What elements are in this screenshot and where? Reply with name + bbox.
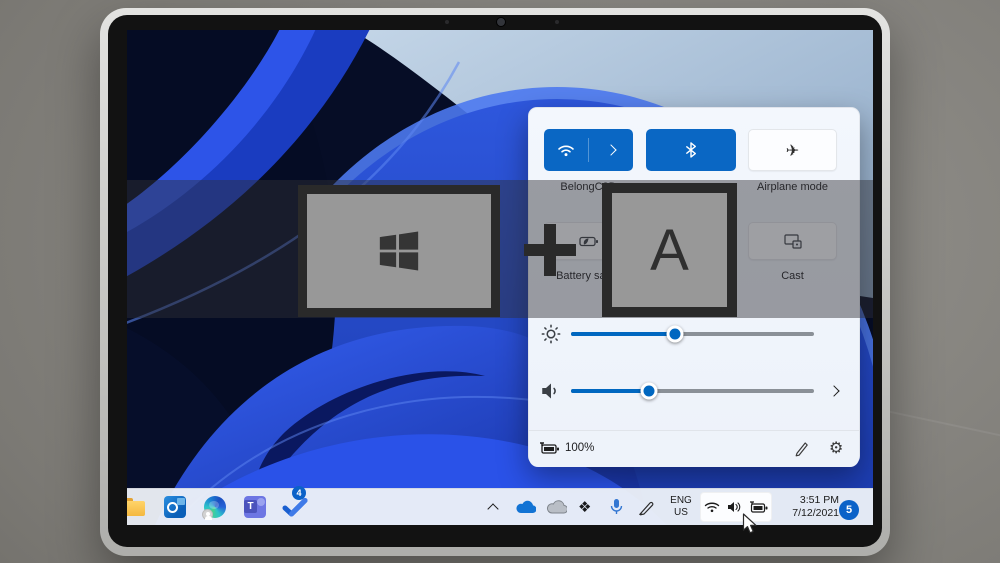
desktop-screen: ✈ BelongC8D Airplane mode [127,30,873,525]
todo-badge: 4 [292,486,306,500]
airplane-icon: ✈ [786,141,799,160]
cloud-icon[interactable] [546,500,567,514]
battery-charging-icon [539,442,561,456]
language-indicator[interactable]: ENG US [665,495,697,519]
dropbox-icon[interactable]: ❖ [578,498,591,516]
volume-slider-fill [571,389,649,393]
plus-sign [544,224,556,276]
front-camera [496,17,506,27]
tray-wifi-icon [704,501,720,513]
outlook-icon[interactable] [164,496,186,518]
microphone-icon[interactable] [610,498,623,516]
edit-pencil-icon[interactable] [793,440,810,457]
tray-volume-icon [727,501,742,513]
clock[interactable]: 3:51 PM 7/12/2021 [775,494,839,520]
quick-settings-tray-button[interactable] [700,492,772,522]
windows-key-image [298,185,500,317]
shortcut-overlay-band [127,180,873,318]
clock-date: 7/12/2021 [775,507,839,520]
volume-slider-knob[interactable] [640,383,657,400]
taskbar: T 4 ❖ [127,488,873,525]
todo-check-icon[interactable] [282,498,308,517]
clock-time: 3:51 PM [775,494,839,507]
scene: ✈ BelongC8D Airplane mode [0,0,1000,563]
volume-slider[interactable] [571,389,814,393]
wifi-icon [544,129,588,171]
language-line2: US [665,507,697,519]
a-key-image: A [602,183,737,317]
tray-overflow-chevron-icon[interactable] [487,503,498,514]
brightness-slider-fill [571,332,675,336]
a-key-letter: A [650,217,689,284]
windows-logo-icon [376,228,422,274]
teams-icon[interactable]: T [244,496,266,518]
volume-icon [541,381,561,401]
settings-gear-icon[interactable]: ⚙ [829,438,843,457]
volume-expand-chevron-icon[interactable] [828,385,839,396]
brightness-slider[interactable] [571,332,814,336]
airplane-mode-button[interactable]: ✈ [748,129,837,171]
notification-badge[interactable]: 5 [839,500,859,520]
mouse-cursor [742,513,760,537]
edge-profile-avatar [202,509,213,520]
tray-battery-icon [749,501,769,514]
ink-pen-icon[interactable] [638,499,655,516]
wifi-button[interactable] [544,129,633,171]
tablet-device: ✈ BelongC8D Airplane mode [100,8,890,556]
brightness-icon [541,324,561,344]
file-explorer-icon[interactable] [127,498,145,516]
sensor-dot [555,20,559,24]
bluetooth-button[interactable] [646,129,736,171]
sensor-dot [445,20,449,24]
onedrive-icon[interactable] [515,500,536,514]
bluetooth-icon [684,142,698,158]
quick-settings-footer: 100% ⚙ [529,430,859,467]
battery-percent-label: 100% [565,442,594,454]
wifi-expand-chevron-icon[interactable] [589,129,633,171]
edge-browser-icon[interactable] [204,496,226,518]
brightness-slider-knob[interactable] [667,326,684,343]
language-line1: ENG [665,495,697,507]
